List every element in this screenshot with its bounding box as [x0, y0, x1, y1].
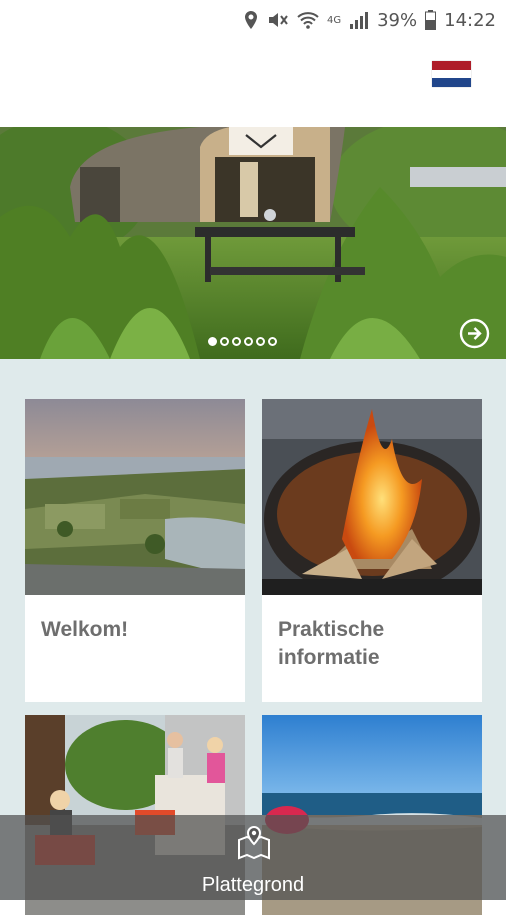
clock: 14:22 — [444, 9, 496, 31]
chevron-down-icon — [245, 134, 277, 149]
mute-icon — [268, 13, 288, 27]
map-pin-icon[interactable] — [235, 824, 273, 862]
collapse-toggle[interactable] — [229, 127, 293, 155]
fire-pit-photo — [262, 399, 482, 595]
lake-aerial-photo — [25, 399, 245, 595]
slide-indicator — [208, 337, 277, 346]
tent-garden-photo — [0, 127, 506, 359]
battery-percent: 39% — [377, 9, 418, 31]
location-icon — [244, 11, 257, 29]
tile-title: Praktische informatie — [278, 616, 384, 672]
arrow-right-circle-icon[interactable] — [459, 318, 490, 349]
tile-title-line: informatie — [278, 646, 380, 669]
network-type: 4G — [326, 14, 342, 26]
slide-dot[interactable] — [268, 337, 277, 346]
slide-dot[interactable] — [208, 337, 217, 346]
hero-slideshow[interactable] — [0, 127, 506, 359]
wifi-icon — [297, 12, 319, 29]
tile-title: Welkom! — [41, 618, 129, 641]
slide-dot[interactable] — [244, 337, 253, 346]
slide-dot[interactable] — [256, 337, 265, 346]
slide-dot[interactable] — [232, 337, 241, 346]
slide-dot[interactable] — [220, 337, 229, 346]
app-header — [0, 40, 506, 127]
tile-praktische-informatie[interactable]: Praktische informatie — [262, 399, 482, 702]
plattegrond-label[interactable]: Plattegrond — [0, 874, 506, 897]
signal-icon — [350, 12, 369, 29]
tile-welkom[interactable]: Welkom! — [25, 399, 245, 702]
status-bar: 4G 39% 14:22 — [0, 0, 506, 40]
tile-title-line: Praktische — [278, 618, 385, 641]
netherlands-flag-icon[interactable] — [432, 61, 471, 87]
battery-icon — [425, 10, 437, 30]
